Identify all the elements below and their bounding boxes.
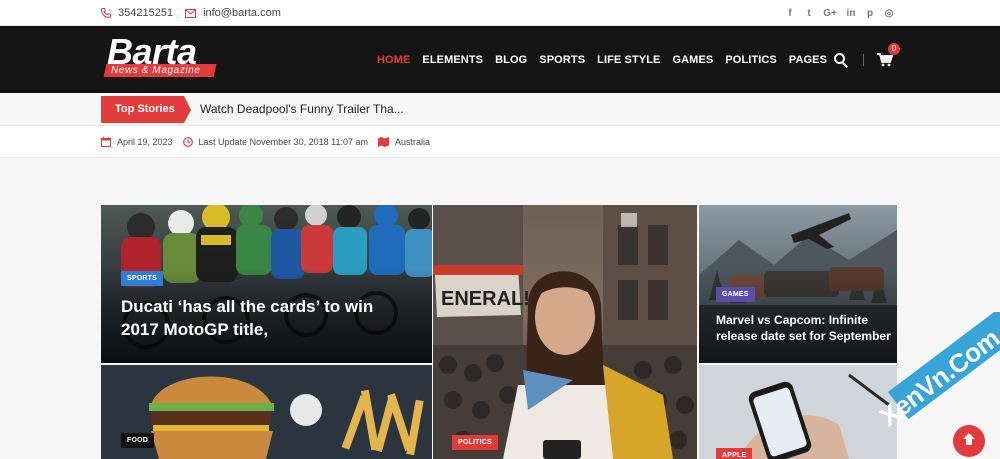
- featured-card-sports[interactable]: SPORTS Ducati ‘has all the cards’ to win…: [101, 205, 432, 363]
- nav-elements[interactable]: ELEMENTS: [422, 54, 483, 66]
- category-badge-food[interactable]: FOOD: [121, 433, 155, 448]
- card-title-sports[interactable]: Ducati ‘has all the cards’ to win 2017 M…: [121, 296, 411, 342]
- contact-info: 354215251 info@barta.com: [101, 0, 293, 26]
- header-actions: 0: [834, 26, 900, 93]
- email-address: info@barta.com: [203, 7, 281, 19]
- last-update-item: Last Update November 30, 2018 11:07 am: [182, 137, 368, 147]
- google-plus-icon[interactable]: G+: [823, 8, 837, 19]
- scroll-to-top-button[interactable]: [953, 425, 985, 457]
- phone-number: 354215251: [118, 7, 174, 19]
- current-date: April 19, 2023: [117, 137, 173, 147]
- meta-bar: April 19, 2023 Last Update November 30, …: [0, 126, 1000, 158]
- location-item: Australia: [378, 137, 430, 147]
- arrow-up-icon: [962, 432, 976, 451]
- nav-home[interactable]: HOME: [377, 54, 410, 66]
- main-nav: HOME ELEMENTS BLOG SPORTS LIFE STYLE GAM…: [377, 26, 839, 93]
- cart-count-badge: 0: [888, 42, 900, 55]
- nav-blog[interactable]: BLOG: [495, 54, 527, 66]
- category-badge-apple[interactable]: APPLE: [716, 448, 753, 459]
- phone-icon: [101, 8, 111, 18]
- nav-politics[interactable]: POLITICS: [725, 54, 777, 66]
- twitter-icon[interactable]: t: [804, 8, 814, 19]
- map-icon: [378, 137, 389, 147]
- linkedin-icon[interactable]: in: [846, 8, 856, 19]
- instagram-icon[interactable]: ◎: [884, 8, 894, 19]
- last-update-text: Last Update November 30, 2018 11:07 am: [198, 137, 368, 147]
- featured-card-politics[interactable]: ENERAL!!! POLITICS: [433, 205, 697, 459]
- phone-contact[interactable]: 354215251: [101, 7, 173, 19]
- category-badge-politics[interactable]: POLITICS: [452, 435, 498, 450]
- envelope-icon: [185, 8, 197, 18]
- category-badge-sports[interactable]: SPORTS: [121, 271, 163, 286]
- logo-tagline: News & Magazine: [111, 65, 201, 76]
- nav-sports[interactable]: SPORTS: [539, 54, 585, 66]
- nav-pages[interactable]: PAGES: [789, 54, 827, 66]
- pinterest-icon[interactable]: p: [865, 8, 875, 19]
- location-text: Australia: [395, 137, 431, 147]
- facebook-icon[interactable]: f: [785, 8, 795, 19]
- phone-image: [699, 365, 897, 459]
- protest-image: ENERAL!!!: [433, 205, 697, 459]
- category-badge-games[interactable]: GAMES: [716, 287, 755, 302]
- calendar-icon: [101, 137, 111, 147]
- social-links: f t G+ in p ◎: [785, 0, 894, 26]
- card-title-games[interactable]: Marvel vs Capcom: Infinite release date …: [716, 312, 891, 344]
- ticker-headline[interactable]: Watch Deadpool's Funny Trailer Tha...: [200, 96, 404, 123]
- cart-icon[interactable]: 0: [877, 42, 900, 67]
- email-contact[interactable]: info@barta.com: [185, 7, 281, 19]
- watermark-band: [888, 312, 1000, 420]
- top-bar: 354215251 info@barta.com f t G+ in p ◎: [0, 0, 1000, 26]
- featured-card-apple[interactable]: APPLE: [699, 365, 897, 459]
- featured-card-food[interactable]: FOOD: [101, 365, 432, 459]
- featured-card-games[interactable]: GAMES Marvel vs Capcom: Infinite release…: [699, 205, 897, 363]
- nav-games[interactable]: GAMES: [672, 54, 713, 66]
- site-logo[interactable]: Barta News & Magazine: [103, 34, 217, 81]
- top-stories-ticker: Top Stories Watch Deadpool's Funny Trail…: [0, 93, 1000, 126]
- nav-life-style[interactable]: LIFE STYLE: [597, 54, 660, 66]
- search-icon[interactable]: [834, 52, 848, 68]
- top-stories-label: Top Stories: [101, 96, 191, 123]
- svg-text:ENERAL!!!: ENERAL!!!: [441, 288, 543, 310]
- date-item: April 19, 2023: [101, 137, 173, 147]
- site-header: Barta News & Magazine HOME ELEMENTS BLOG…: [0, 26, 1000, 93]
- clock-icon: [182, 137, 193, 147]
- divider: [863, 53, 864, 66]
